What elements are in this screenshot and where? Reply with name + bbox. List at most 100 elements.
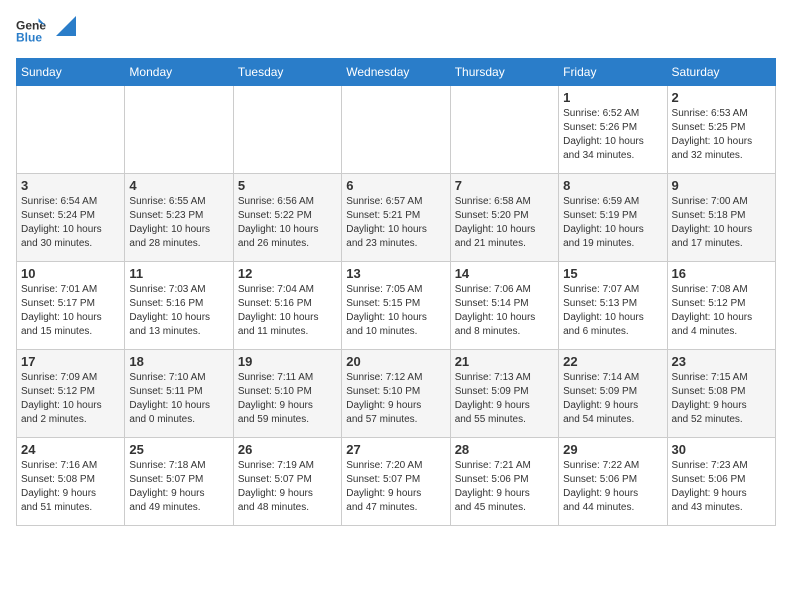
day-info: Sunrise: 6:52 AM Sunset: 5:26 PM Dayligh… — [563, 107, 662, 163]
day-info: Sunrise: 7:08 AM Sunset: 5:12 PM Dayligh… — [672, 283, 771, 339]
day-number: 7 — [455, 178, 554, 193]
calendar-cell: 1 Sunrise: 6:52 AM Sunset: 5:26 PM Daylig… — [559, 86, 667, 174]
day-info: Sunrise: 7:15 AM Sunset: 5:08 PM Dayligh… — [672, 371, 771, 427]
day-info: Sunrise: 6:56 AM Sunset: 5:22 PM Dayligh… — [238, 195, 337, 251]
calendar-cell: 29 Sunrise: 7:22 AM Sunset: 5:06 PM Dayli… — [559, 438, 667, 526]
day-number: 14 — [455, 266, 554, 281]
calendar-cell: 2 Sunrise: 6:53 AM Sunset: 5:25 PM Daylig… — [667, 86, 775, 174]
calendar-table: SundayMondayTuesdayWednesdayThursdayFrid… — [16, 58, 776, 526]
day-number: 5 — [238, 178, 337, 193]
day-number: 8 — [563, 178, 662, 193]
day-info: Sunrise: 7:23 AM Sunset: 5:06 PM Dayligh… — [672, 459, 771, 515]
logo: General Blue — [16, 16, 76, 46]
calendar-cell: 7 Sunrise: 6:58 AM Sunset: 5:20 PM Daylig… — [450, 174, 558, 262]
day-info: Sunrise: 7:03 AM Sunset: 5:16 PM Dayligh… — [129, 283, 228, 339]
svg-text:Blue: Blue — [16, 31, 42, 45]
calendar-cell: 13 Sunrise: 7:05 AM Sunset: 5:15 PM Dayli… — [342, 262, 450, 350]
day-info: Sunrise: 7:09 AM Sunset: 5:12 PM Dayligh… — [21, 371, 120, 427]
day-info: Sunrise: 7:22 AM Sunset: 5:06 PM Dayligh… — [563, 459, 662, 515]
day-number: 26 — [238, 442, 337, 457]
calendar-cell — [450, 86, 558, 174]
day-info: Sunrise: 7:10 AM Sunset: 5:11 PM Dayligh… — [129, 371, 228, 427]
calendar-cell: 25 Sunrise: 7:18 AM Sunset: 5:07 PM Dayli… — [125, 438, 233, 526]
calendar-header-row: SundayMondayTuesdayWednesdayThursdayFrid… — [17, 59, 776, 86]
day-info: Sunrise: 7:14 AM Sunset: 5:09 PM Dayligh… — [563, 371, 662, 427]
day-number: 13 — [346, 266, 445, 281]
calendar-cell: 4Sunrise: 6:55 AM Sunset: 5:23 PM Daylig… — [125, 174, 233, 262]
day-number: 11 — [129, 266, 228, 281]
calendar-cell: 21Sunrise: 7:13 AM Sunset: 5:09 PM Dayli… — [450, 350, 558, 438]
day-number: 2 — [672, 90, 771, 105]
day-info: Sunrise: 7:11 AM Sunset: 5:10 PM Dayligh… — [238, 371, 337, 427]
calendar-cell: 14 Sunrise: 7:06 AM Sunset: 5:14 PM Dayli… — [450, 262, 558, 350]
calendar-cell: 3Sunrise: 6:54 AM Sunset: 5:24 PM Daylig… — [17, 174, 125, 262]
day-number: 1 — [563, 90, 662, 105]
calendar-cell: 22Sunrise: 7:14 AM Sunset: 5:09 PM Dayli… — [559, 350, 667, 438]
day-number: 19 — [238, 354, 337, 369]
day-info: Sunrise: 7:19 AM Sunset: 5:07 PM Dayligh… — [238, 459, 337, 515]
day-info: Sunrise: 6:59 AM Sunset: 5:19 PM Dayligh… — [563, 195, 662, 251]
calendar-cell: 11 Sunrise: 7:03 AM Sunset: 5:16 PM Dayli… — [125, 262, 233, 350]
day-info: Sunrise: 7:04 AM Sunset: 5:16 PM Dayligh… — [238, 283, 337, 339]
day-number: 25 — [129, 442, 228, 457]
day-number: 17 — [21, 354, 120, 369]
calendar-week-3: 10 Sunrise: 7:01 AM Sunset: 5:17 PM Dayli… — [17, 262, 776, 350]
calendar-week-1: 1 Sunrise: 6:52 AM Sunset: 5:26 PM Daylig… — [17, 86, 776, 174]
day-number: 10 — [21, 266, 120, 281]
calendar-cell: 8 Sunrise: 6:59 AM Sunset: 5:19 PM Daylig… — [559, 174, 667, 262]
weekday-header-thursday: Thursday — [450, 59, 558, 86]
day-number: 20 — [346, 354, 445, 369]
day-number: 24 — [21, 442, 120, 457]
calendar-week-5: 24Sunrise: 7:16 AM Sunset: 5:08 PM Dayli… — [17, 438, 776, 526]
day-info: Sunrise: 6:53 AM Sunset: 5:25 PM Dayligh… — [672, 107, 771, 163]
day-number: 23 — [672, 354, 771, 369]
day-info: Sunrise: 7:12 AM Sunset: 5:10 PM Dayligh… — [346, 371, 445, 427]
calendar-cell: 27Sunrise: 7:20 AM Sunset: 5:07 PM Dayli… — [342, 438, 450, 526]
day-info: Sunrise: 7:20 AM Sunset: 5:07 PM Dayligh… — [346, 459, 445, 515]
calendar-cell: 20 Sunrise: 7:12 AM Sunset: 5:10 PM Dayli… — [342, 350, 450, 438]
day-info: Sunrise: 6:54 AM Sunset: 5:24 PM Dayligh… — [21, 195, 120, 251]
day-info: Sunrise: 6:57 AM Sunset: 5:21 PM Dayligh… — [346, 195, 445, 251]
calendar-cell: 12 Sunrise: 7:04 AM Sunset: 5:16 PM Dayli… — [233, 262, 341, 350]
calendar-cell — [17, 86, 125, 174]
calendar-cell: 30 Sunrise: 7:23 AM Sunset: 5:06 PM Dayli… — [667, 438, 775, 526]
calendar-week-2: 3Sunrise: 6:54 AM Sunset: 5:24 PM Daylig… — [17, 174, 776, 262]
weekday-header-monday: Monday — [125, 59, 233, 86]
calendar-cell: 19 Sunrise: 7:11 AM Sunset: 5:10 PM Dayli… — [233, 350, 341, 438]
day-number: 12 — [238, 266, 337, 281]
weekday-header-saturday: Saturday — [667, 59, 775, 86]
logo-icon: General Blue — [16, 16, 46, 46]
day-info: Sunrise: 6:58 AM Sunset: 5:20 PM Dayligh… — [455, 195, 554, 251]
weekday-header-tuesday: Tuesday — [233, 59, 341, 86]
calendar-cell: 6 Sunrise: 6:57 AM Sunset: 5:21 PM Daylig… — [342, 174, 450, 262]
day-info: Sunrise: 7:00 AM Sunset: 5:18 PM Dayligh… — [672, 195, 771, 251]
day-info: Sunrise: 7:06 AM Sunset: 5:14 PM Dayligh… — [455, 283, 554, 339]
calendar-cell — [342, 86, 450, 174]
day-number: 15 — [563, 266, 662, 281]
calendar-cell: 23 Sunrise: 7:15 AM Sunset: 5:08 PM Dayli… — [667, 350, 775, 438]
calendar-cell — [125, 86, 233, 174]
calendar-week-4: 17 Sunrise: 7:09 AM Sunset: 5:12 PM Dayli… — [17, 350, 776, 438]
day-number: 28 — [455, 442, 554, 457]
page-header: General Blue — [16, 16, 776, 46]
calendar-cell: 24Sunrise: 7:16 AM Sunset: 5:08 PM Dayli… — [17, 438, 125, 526]
day-number: 29 — [563, 442, 662, 457]
weekday-header-sunday: Sunday — [17, 59, 125, 86]
day-number: 18 — [129, 354, 228, 369]
day-info: Sunrise: 7:18 AM Sunset: 5:07 PM Dayligh… — [129, 459, 228, 515]
calendar-cell — [233, 86, 341, 174]
day-number: 4 — [129, 178, 228, 193]
weekday-header-wednesday: Wednesday — [342, 59, 450, 86]
day-info: Sunrise: 7:07 AM Sunset: 5:13 PM Dayligh… — [563, 283, 662, 339]
day-info: Sunrise: 7:01 AM Sunset: 5:17 PM Dayligh… — [21, 283, 120, 339]
day-info: Sunrise: 7:05 AM Sunset: 5:15 PM Dayligh… — [346, 283, 445, 339]
day-number: 6 — [346, 178, 445, 193]
logo-triangle-icon — [56, 16, 76, 36]
day-number: 30 — [672, 442, 771, 457]
weekday-header-friday: Friday — [559, 59, 667, 86]
day-info: Sunrise: 7:21 AM Sunset: 5:06 PM Dayligh… — [455, 459, 554, 515]
day-number: 9 — [672, 178, 771, 193]
calendar-cell: 5 Sunrise: 6:56 AM Sunset: 5:22 PM Daylig… — [233, 174, 341, 262]
calendar-cell: 28 Sunrise: 7:21 AM Sunset: 5:06 PM Dayli… — [450, 438, 558, 526]
calendar-cell: 10 Sunrise: 7:01 AM Sunset: 5:17 PM Dayli… — [17, 262, 125, 350]
